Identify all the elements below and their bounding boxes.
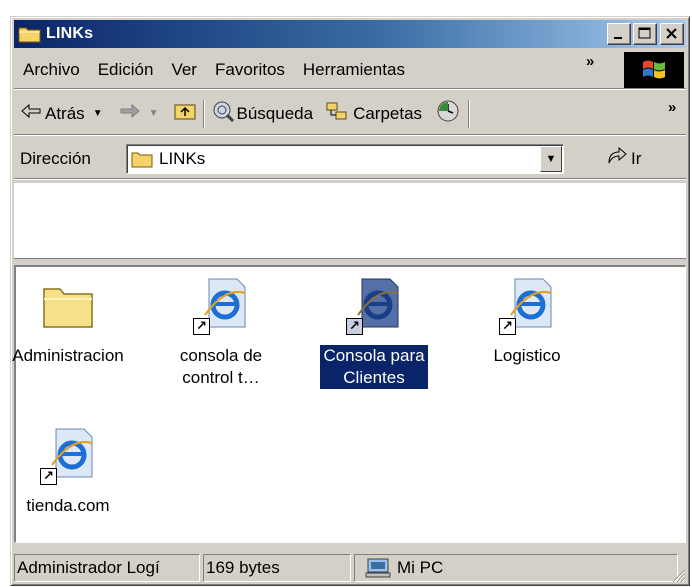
folder-item-administracion[interactable]: Administracion: [0, 277, 143, 367]
maximize-button[interactable]: [633, 23, 657, 45]
shortcut-arrow-icon: ↗: [346, 318, 363, 335]
menu-bar: Archivo Edición Ver Favoritos Herramient…: [14, 51, 686, 89]
address-bar: Dirección LINKs ▼ Ir: [14, 139, 686, 179]
forward-arrow-icon: [119, 103, 141, 124]
standard-toolbar: Atrás ▼ ▼ Búsqueda Carpetas »: [14, 93, 686, 135]
folder-icon: [40, 277, 96, 335]
go-label: Ir: [631, 148, 642, 168]
shortcut-arrow-icon: ↗: [40, 468, 57, 485]
windows-logo-icon: [624, 52, 684, 88]
item-label: tienda.com: [26, 496, 110, 515]
address-dropdown-button[interactable]: ▼: [540, 146, 562, 172]
address-value: LINKs: [159, 149, 206, 168]
minimize-button[interactable]: [607, 23, 631, 45]
menu-herramientas[interactable]: Herramientas: [294, 56, 414, 84]
go-arrow-icon: [606, 146, 628, 171]
address-field[interactable]: LINKs ▼: [126, 144, 564, 174]
shortcut-arrow-icon: ↗: [499, 318, 516, 335]
file-view[interactable]: Administracion ↗ consola de control t… ↗…: [12, 265, 686, 543]
folders-tree-icon: [325, 101, 349, 126]
shortcut-item-tienda[interactable]: ↗ tienda.com: [0, 427, 143, 517]
up-folder-button[interactable]: [173, 98, 197, 130]
back-arrow-icon: [20, 103, 42, 124]
ie-shortcut-icon: ↗: [499, 277, 555, 335]
status-text: Administrador Logí: [17, 558, 160, 577]
status-bar: Administrador Logí 169 bytes Mi PC: [14, 553, 686, 583]
my-computer-icon: [365, 557, 391, 579]
close-button[interactable]: [660, 23, 684, 45]
address-label: Dirección: [20, 148, 91, 168]
forward-dropdown-icon[interactable]: ▼: [149, 108, 159, 119]
folders-button[interactable]: Carpetas: [325, 98, 422, 130]
history-button[interactable]: [436, 98, 460, 130]
menu-edicion[interactable]: Edición: [89, 56, 163, 84]
toolbar-separator-2: [468, 99, 471, 128]
folders-label: Carpetas: [353, 103, 423, 123]
title-bar[interactable]: LINKs: [14, 20, 686, 48]
folder-icon: [131, 150, 153, 168]
ie-shortcut-icon: ↗: [193, 277, 249, 335]
shortcut-item-consola-clientes[interactable]: ↗ Consola para Clientes: [299, 277, 449, 389]
search-button[interactable]: Búsqueda: [211, 98, 314, 130]
search-globe-icon: [211, 100, 235, 127]
resize-grip-icon[interactable]: [668, 565, 686, 583]
search-label: Búsqueda: [236, 103, 314, 123]
go-button[interactable]: Ir: [606, 146, 641, 171]
shortcut-arrow-icon: ↗: [193, 318, 210, 335]
status-zone-label: Mi PC: [397, 558, 444, 577]
item-label: consola de control t…: [179, 346, 263, 387]
back-button[interactable]: Atrás ▼: [20, 98, 103, 130]
explorer-window: LINKs Archivo Edición Ver Favoritos Herr…: [10, 16, 690, 586]
menu-favoritos[interactable]: Favoritos: [206, 56, 294, 84]
ie-shortcut-icon: ↗: [346, 277, 402, 335]
ie-shortcut-icon: ↗: [40, 427, 96, 485]
folder-icon: [18, 25, 42, 43]
menu-overflow-chevron[interactable]: »: [586, 53, 595, 70]
toolbar-overflow-chevron[interactable]: »: [668, 99, 677, 116]
history-clock-icon: [436, 99, 460, 128]
item-label: Administracion: [12, 346, 124, 365]
window-title: LINKs: [46, 25, 94, 42]
back-dropdown-icon[interactable]: ▼: [93, 108, 103, 119]
shortcut-item-consola-control[interactable]: ↗ consola de control t…: [146, 277, 296, 389]
toolbar-separator: [202, 99, 205, 128]
item-label: Consola para Clientes: [320, 345, 428, 389]
blank-toolbar-area: [14, 183, 686, 259]
chevron-down-icon: ▼: [545, 153, 557, 165]
status-panel-description: Administrador Logí: [14, 554, 200, 582]
status-panel-zone: Mi PC: [354, 554, 678, 582]
up-folder-icon: [173, 101, 197, 126]
shortcut-item-logistico[interactable]: ↗ Logistico: [452, 277, 602, 367]
menu-archivo[interactable]: Archivo: [14, 56, 89, 84]
forward-button[interactable]: ▼: [119, 98, 159, 130]
status-panel-size: 169 bytes: [203, 554, 351, 582]
back-label: Atrás: [45, 103, 85, 123]
menu-ver[interactable]: Ver: [162, 56, 206, 84]
item-label: Logistico: [493, 346, 561, 365]
status-size: 169 bytes: [206, 558, 280, 577]
